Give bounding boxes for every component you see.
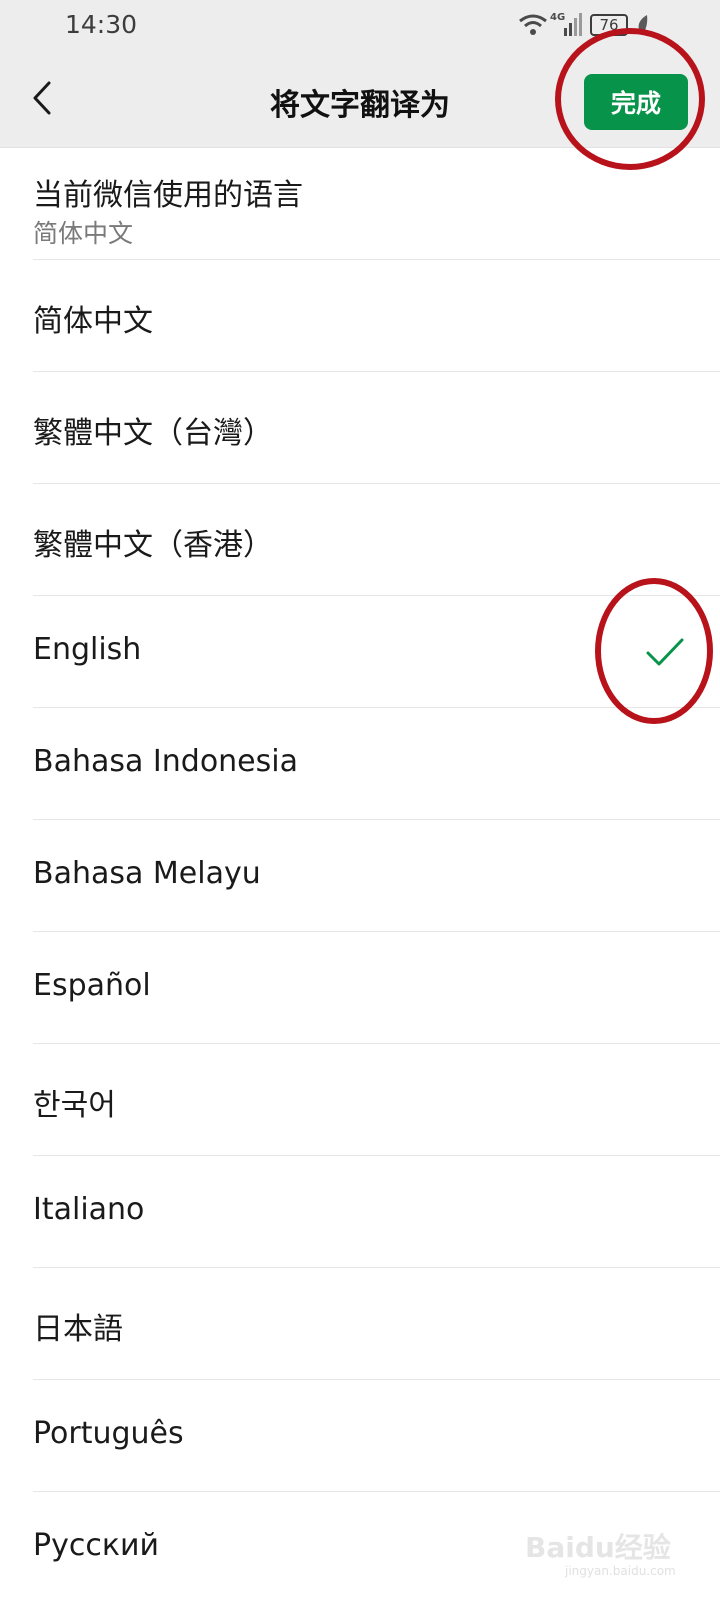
- language-item-italiano[interactable]: Italiano: [33, 1156, 720, 1268]
- language-item-bahasa-melayu[interactable]: Bahasa Melayu: [33, 820, 720, 932]
- wifi-icon: [519, 14, 547, 35]
- language-item-portugues[interactable]: Português: [33, 1380, 720, 1492]
- language-item-traditional-chinese-hongkong[interactable]: 繁體中文（香港）: [33, 484, 720, 596]
- done-button[interactable]: 完成: [584, 74, 688, 130]
- nav-bar: 将文字翻译为 完成: [0, 50, 720, 148]
- language-label: Italiano: [33, 1192, 145, 1227]
- language-item-espanol[interactable]: Español: [33, 932, 720, 1044]
- battery-icon: 76: [590, 14, 628, 36]
- language-list: 当前微信使用的语言 简体中文 简体中文 繁體中文（台灣） 繁體中文（香港） En…: [0, 148, 720, 1600]
- checkmark-icon: [646, 638, 684, 666]
- current-language-title: 当前微信使用的语言: [33, 178, 303, 213]
- network-type: 4G: [550, 12, 565, 23]
- language-label: Português: [33, 1416, 184, 1451]
- language-label: Español: [33, 968, 151, 1003]
- language-label: 简体中文: [33, 304, 153, 339]
- status-icons: 4G 76: [510, 10, 720, 40]
- signal-icon: 4G: [550, 12, 582, 36]
- language-item-bahasa-indonesia[interactable]: Bahasa Indonesia: [33, 708, 720, 820]
- language-label: 한국어: [33, 1088, 116, 1123]
- current-language-row: 当前微信使用的语言 简体中文: [33, 148, 720, 260]
- language-item-japanese[interactable]: 日本語: [33, 1268, 720, 1380]
- status-time: 14:30: [65, 10, 138, 39]
- language-item-korean[interactable]: 한국어: [33, 1044, 720, 1156]
- language-label: English: [33, 632, 142, 667]
- language-label: 繁體中文（香港）: [33, 528, 273, 563]
- current-language-value: 简体中文: [33, 219, 134, 248]
- leaf-icon: [638, 15, 648, 35]
- language-label: Bahasa Indonesia: [33, 744, 298, 779]
- language-item-traditional-chinese-taiwan[interactable]: 繁體中文（台灣）: [33, 372, 720, 484]
- language-item-simplified-chinese[interactable]: 简体中文: [33, 260, 720, 372]
- status-bar: 14:30 4G 76: [0, 0, 720, 50]
- language-item-english[interactable]: English: [33, 596, 720, 708]
- language-label: Bahasa Melayu: [33, 856, 261, 891]
- language-select-screen: 14:30 4G 76 将文字翻译为 完成 当前微信使用的语言 简体中文 简体中…: [0, 0, 720, 1600]
- battery-level: 76: [599, 16, 619, 34]
- language-label: 日本語: [33, 1312, 123, 1347]
- watermark: Baidu经验 jingyan.baidu.com: [525, 1520, 695, 1590]
- watermark-url: jingyan.baidu.com: [565, 1564, 676, 1578]
- language-label: Русский: [33, 1528, 159, 1563]
- language-label: 繁體中文（台灣）: [33, 416, 273, 451]
- watermark-brand: Baidu经验: [525, 1531, 671, 1564]
